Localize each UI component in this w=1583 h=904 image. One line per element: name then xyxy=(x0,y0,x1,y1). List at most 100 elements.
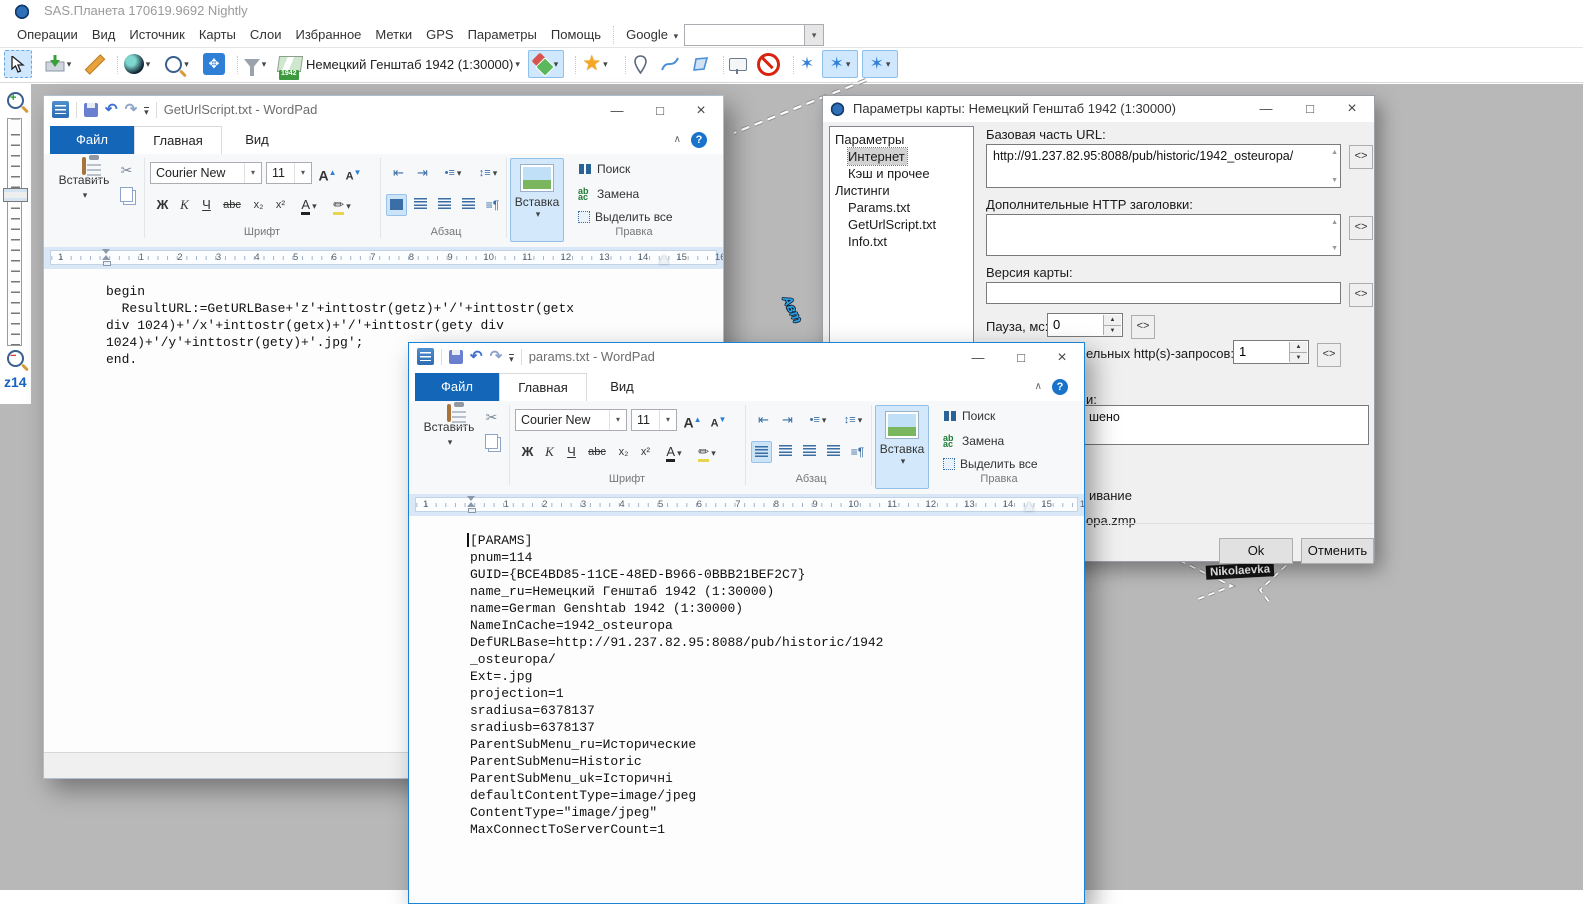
find-button[interactable]: Поиск xyxy=(943,409,995,423)
base-url-script-button[interactable]: <> xyxy=(1349,145,1373,169)
decrease-indent-button[interactable]: ⇤ xyxy=(753,409,774,431)
bold-button[interactable]: Ж xyxy=(517,441,538,463)
pause-script-button[interactable]: <> xyxy=(1131,315,1155,339)
font-size-combobox[interactable]: 11 ▾ xyxy=(266,162,312,184)
spin-down-icon[interactable]: ▼ xyxy=(1290,353,1307,363)
map-version-input[interactable] xyxy=(986,282,1341,304)
underline-button[interactable]: Ч xyxy=(561,441,582,463)
replace-button[interactable]: abac Замена xyxy=(943,434,1004,448)
paragraph-settings-button[interactable]: ≡¶ xyxy=(847,441,868,463)
tree-node-info-txt[interactable]: Info.txt xyxy=(848,233,889,250)
font-family-combobox[interactable]: Courier New ▾ xyxy=(150,162,262,184)
tree-node-cache[interactable]: Кэш и прочее xyxy=(848,165,932,182)
scroll-up-icon[interactable]: ▲ xyxy=(1331,149,1338,156)
spin-up-icon[interactable]: ▲ xyxy=(1104,315,1121,326)
quick-access-dropdown-icon[interactable]: ▾ xyxy=(509,354,514,363)
italic-button[interactable]: K xyxy=(539,441,560,463)
collapse-ribbon-icon[interactable]: ∧ xyxy=(674,134,681,145)
tab-view[interactable]: Вид xyxy=(222,126,292,154)
ok-button[interactable]: Ok xyxy=(1219,538,1293,564)
minimize-button[interactable]: — xyxy=(958,345,998,371)
close-button[interactable]: × xyxy=(1042,345,1082,371)
increase-indent-button[interactable]: ⇥ xyxy=(412,162,433,184)
grow-font-button[interactable]: А▲ xyxy=(317,162,338,184)
line-spacing-button[interactable]: ↕≡▾ xyxy=(472,162,504,184)
insert-object-button[interactable]: Вставка ▾ xyxy=(875,405,929,489)
tree-node-parameters[interactable]: Параметры xyxy=(830,131,973,148)
scroll-up-icon[interactable]: ▲ xyxy=(1331,219,1338,226)
grow-font-button[interactable]: А▲ xyxy=(682,409,703,431)
tab-file[interactable]: Файл xyxy=(415,373,499,401)
redo-icon[interactable]: ↷ xyxy=(125,103,138,117)
align-left-button[interactable] xyxy=(386,194,407,216)
align-center-button[interactable] xyxy=(775,441,796,463)
cut-button[interactable]: ✂ xyxy=(486,409,498,426)
indent-marker[interactable] xyxy=(467,496,476,513)
close-button[interactable]: × xyxy=(1332,96,1372,122)
wordpad-titlebar[interactable]: ↶ ↷ ▾ GetUrlScript.txt - WordPad — □ × xyxy=(44,96,723,126)
font-color-button[interactable]: А▾ xyxy=(296,194,322,216)
paragraph-settings-button[interactable]: ≡¶ xyxy=(482,194,503,216)
highlight-button[interactable]: ✏▾ xyxy=(693,441,721,463)
copy-button[interactable] xyxy=(120,187,133,202)
ruler[interactable]: 1 12345678910111213141516 xyxy=(44,247,723,269)
justify-button[interactable] xyxy=(458,194,479,216)
align-right-button[interactable] xyxy=(799,441,820,463)
decrease-indent-button[interactable]: ⇤ xyxy=(388,162,409,184)
spin-down-icon[interactable]: ▼ xyxy=(1104,326,1121,336)
superscript-button[interactable]: x² xyxy=(270,194,291,216)
strikethrough-button[interactable]: abc xyxy=(218,194,246,216)
map-version-script-button[interactable]: <> xyxy=(1349,283,1373,307)
align-center-button[interactable] xyxy=(410,194,431,216)
font-size-combobox[interactable]: 11 ▾ xyxy=(631,409,677,431)
cut-button[interactable]: ✂ xyxy=(121,162,133,179)
scroll-down-icon[interactable]: ▼ xyxy=(1331,245,1338,252)
line-spacing-button[interactable]: ↕≡▾ xyxy=(837,409,869,431)
ruler[interactable]: 1 12345678910111213141516 xyxy=(409,494,1084,516)
strikethrough-button[interactable]: abc xyxy=(583,441,611,463)
spinner-buttons[interactable]: ▲ ▼ xyxy=(1289,342,1307,362)
help-icon[interactable]: ? xyxy=(691,132,707,148)
cancel-button[interactable]: Отменить xyxy=(1301,538,1374,564)
tree-node-listings[interactable]: Листинги xyxy=(830,182,973,199)
tree-node-geturlscript-txt[interactable]: GetUrlScript.txt xyxy=(848,216,938,233)
spin-up-icon[interactable]: ▲ xyxy=(1290,342,1307,353)
download-status-box[interactable]: шено xyxy=(1082,405,1369,445)
underline-button[interactable]: Ч xyxy=(196,194,217,216)
italic-button[interactable]: K xyxy=(174,194,195,216)
base-url-input[interactable]: http://91.237.82.95:8088/pub/historic/19… xyxy=(986,144,1341,188)
undo-icon[interactable]: ↶ xyxy=(470,350,483,364)
collapse-ribbon-icon[interactable]: ∧ xyxy=(1035,381,1042,392)
tree-node-internet[interactable]: Интернет xyxy=(848,148,907,165)
shrink-font-button[interactable]: А▼ xyxy=(343,162,364,184)
quick-access-dropdown-icon[interactable]: ▾ xyxy=(144,107,149,116)
http-headers-script-button[interactable]: <> xyxy=(1349,216,1373,240)
increase-indent-button[interactable]: ⇥ xyxy=(777,409,798,431)
redo-icon[interactable]: ↷ xyxy=(490,350,503,364)
tab-home[interactable]: Главная xyxy=(499,373,587,401)
scroll-down-icon[interactable]: ▼ xyxy=(1331,177,1338,184)
max-requests-script-button[interactable]: <> xyxy=(1317,343,1341,367)
shrink-font-button[interactable]: А▼ xyxy=(708,409,729,431)
replace-button[interactable]: abac Замена xyxy=(578,187,639,201)
spinner-buttons[interactable]: ▲ ▼ xyxy=(1103,315,1121,335)
paste-button[interactable]: Вставить ▾ xyxy=(417,406,481,470)
minimize-button[interactable]: — xyxy=(1246,96,1286,122)
minimize-button[interactable]: — xyxy=(597,98,637,124)
tab-file[interactable]: Файл xyxy=(50,126,134,154)
find-button[interactable]: Поиск xyxy=(578,162,630,176)
right-indent-marker[interactable] xyxy=(659,255,669,264)
help-icon[interactable]: ? xyxy=(1052,379,1068,395)
copy-button[interactable] xyxy=(485,434,498,449)
right-indent-marker[interactable] xyxy=(1024,502,1034,511)
tree-node-params-txt[interactable]: Params.txt xyxy=(848,199,912,216)
dialog-titlebar[interactable]: Параметры карты: Немецкий Генштаб 1942 (… xyxy=(823,96,1374,122)
align-left-button[interactable] xyxy=(751,441,772,463)
highlight-button[interactable]: ✏▾ xyxy=(328,194,356,216)
bold-button[interactable]: Ж xyxy=(152,194,173,216)
document-area[interactable]: [PARAMS]pnum=114GUID={BCE4BD85-11CE-48ED… xyxy=(409,516,1084,903)
pause-spinbox[interactable]: 0 ▲ ▼ xyxy=(1047,313,1123,337)
tab-view[interactable]: Вид xyxy=(587,373,657,401)
bullets-button[interactable]: •≡▾ xyxy=(438,162,468,184)
undo-icon[interactable]: ↶ xyxy=(105,103,118,117)
